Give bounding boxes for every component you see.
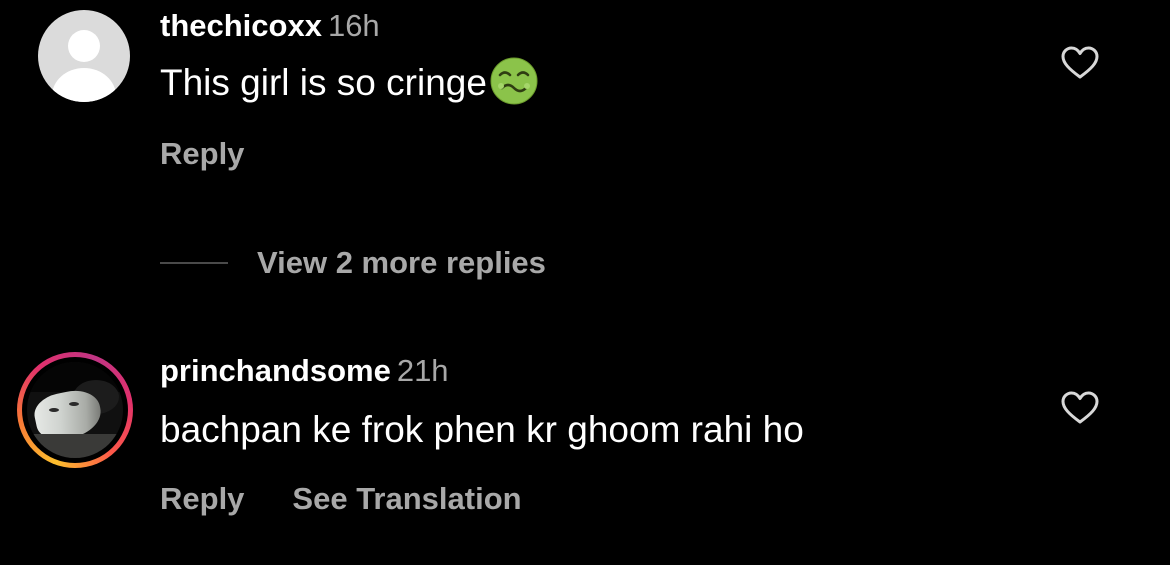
- nauseated-face-icon: [490, 57, 538, 105]
- comment-text: This girl is so cringe: [160, 62, 487, 103]
- view-more-replies-label: View 2 more replies: [257, 245, 546, 280]
- timestamp: 21h: [396, 353, 449, 388]
- comment-text-row: bachpan ke frok phen kr ghoom rahi ho: [160, 407, 804, 453]
- avatar-body-shape: [52, 68, 116, 102]
- replies-divider-line: [160, 262, 228, 264]
- comment-actions: Reply See Translation: [160, 479, 522, 519]
- reply-button[interactable]: Reply: [160, 136, 244, 171]
- timestamp: 16h: [327, 8, 380, 43]
- view-more-replies-button[interactable]: View 2 more replies: [160, 243, 546, 283]
- username[interactable]: princhandsome: [160, 353, 391, 388]
- heart-outline-icon[interactable]: [1061, 391, 1099, 425]
- comment-item: princhandsome 21h bachpan ke frok phen kr…: [0, 345, 1170, 545]
- comment-header: princhandsome 21h: [160, 351, 449, 391]
- comment-text-row: This girl is so cringe: [160, 57, 539, 110]
- avatar-head-shape: [68, 30, 100, 62]
- username[interactable]: thechicoxx: [160, 8, 322, 43]
- avatar[interactable]: [38, 10, 130, 102]
- comment-header: thechicoxx 16h: [160, 6, 380, 46]
- see-translation-button[interactable]: See Translation: [292, 481, 521, 516]
- heart-outline-icon[interactable]: [1061, 46, 1099, 80]
- comment-actions: Reply: [160, 134, 244, 174]
- reply-button[interactable]: Reply: [160, 481, 244, 516]
- comment-text: bachpan ke frok phen kr ghoom rahi ho: [160, 409, 804, 450]
- comment-item: thechicoxx 16h This girl is so cringe Rep…: [0, 0, 1170, 200]
